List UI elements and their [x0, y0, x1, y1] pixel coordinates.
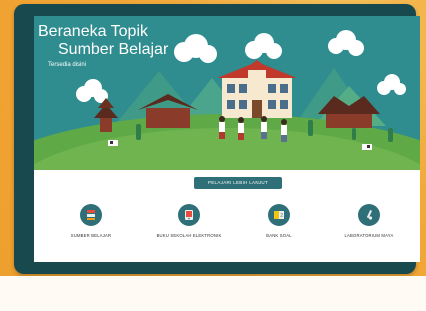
- hero-subtitle: Tersedia disini: [48, 62, 87, 68]
- ebook-icon: [178, 204, 200, 226]
- desk-surface: [0, 276, 426, 311]
- lab-pipette-icon: [358, 204, 380, 226]
- nav-item-sumber-belajar[interactable]: SUMBER BELAJAR: [46, 204, 136, 238]
- hero-title-line1: Beraneka Topik: [38, 23, 148, 40]
- feature-nav: SUMBER BELAJAR BUKU SEKOLAH ELEKTRONIK 2…: [34, 204, 420, 262]
- nav-item-bank-soal[interactable]: 2 BANK SOAL: [234, 204, 324, 238]
- cta-button[interactable]: PELAJARI LEBIH LANJUT: [194, 177, 282, 189]
- nav-item-buku-sekolah-elektronik[interactable]: BUKU SEKOLAH ELEKTRONIK: [144, 204, 234, 238]
- nav-label-sumber-belajar: SUMBER BELAJAR: [70, 233, 112, 238]
- nav-label-bank-soal: BANK SOAL: [266, 233, 292, 238]
- hero-title-block: Beraneka Topik Sumber Belajar Tersedia d…: [38, 23, 169, 69]
- hero-banner: Beraneka Topik Sumber Belajar Tersedia d…: [34, 16, 420, 170]
- nav-label-laboratorium-maya: LABORATORIUM MAYA: [344, 233, 394, 238]
- books-icon: [80, 204, 102, 226]
- question-bank-icon: 2: [268, 204, 290, 226]
- hero-title-line2: Sumber Belajar: [58, 41, 169, 58]
- nav-item-laboratorium-maya[interactable]: LABORATORIUM MAYA: [324, 204, 414, 238]
- monitor-frame: Beraneka Topik Sumber Belajar Tersedia d…: [14, 4, 420, 274]
- website-screen: Beraneka Topik Sumber Belajar Tersedia d…: [34, 16, 420, 262]
- nav-label-buku-sekolah-elektronik: BUKU SEKOLAH ELEKTRONIK: [156, 233, 222, 238]
- svg-text:2: 2: [280, 213, 283, 219]
